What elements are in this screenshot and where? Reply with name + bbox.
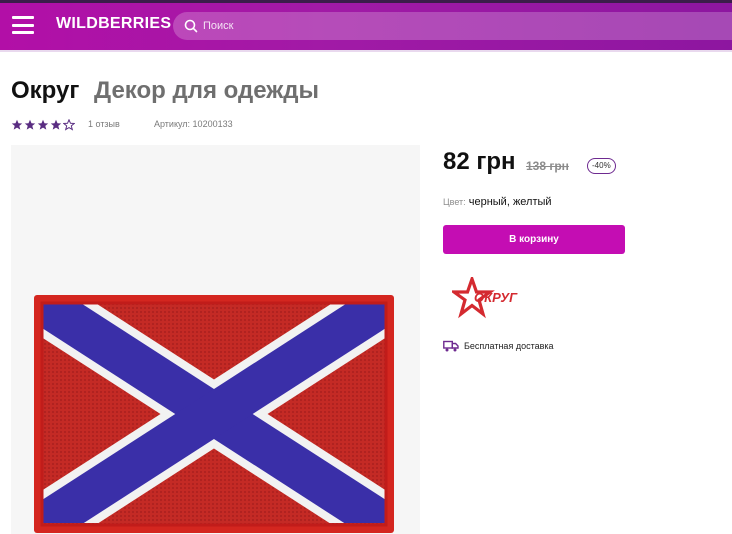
star-filled-icon	[24, 119, 36, 130]
search-bar[interactable]	[173, 12, 732, 40]
delivery-info: Бесплатная доставка	[443, 340, 554, 352]
search-icon[interactable]	[183, 18, 199, 34]
header-divider	[0, 50, 732, 52]
color-label: Цвет:	[443, 197, 466, 207]
star-filled-icon	[37, 119, 49, 130]
search-input[interactable]	[203, 12, 723, 40]
product-brand[interactable]: Округ	[11, 77, 79, 104]
product-title: Округ Декор для одежды	[11, 76, 319, 106]
rating-stars[interactable]	[11, 118, 76, 132]
brand-logo[interactable]: ОКРУГ	[452, 277, 522, 319]
current-price: 82 грн	[443, 148, 516, 175]
reviews-link[interactable]: 1 отзыв	[88, 119, 120, 129]
article-number: Артикул: 10200133	[154, 119, 233, 129]
product-name: Декор для одежды	[94, 77, 319, 104]
truck-icon	[443, 340, 459, 352]
star-empty-icon	[63, 119, 75, 131]
product-image[interactable]	[32, 151, 398, 534]
color-value: черный, желтый	[468, 196, 552, 208]
site-logo[interactable]: WILDBERRIES	[56, 15, 171, 33]
color-info: Цвет: черный, желтый	[443, 196, 552, 208]
hamburger-icon[interactable]	[12, 16, 34, 34]
header-top-line	[0, 0, 732, 3]
old-price: 138 грн	[526, 159, 569, 173]
delivery-text: Бесплатная доставка	[464, 341, 554, 351]
add-to-cart-button[interactable]: В корзину	[443, 225, 625, 254]
star-filled-icon	[11, 119, 23, 130]
brand-logo-text: ОКРУГ	[474, 290, 518, 305]
star-filled-icon	[50, 119, 62, 130]
top-header: WILDBERRIES	[0, 0, 732, 50]
discount-badge: -40%	[587, 158, 616, 174]
